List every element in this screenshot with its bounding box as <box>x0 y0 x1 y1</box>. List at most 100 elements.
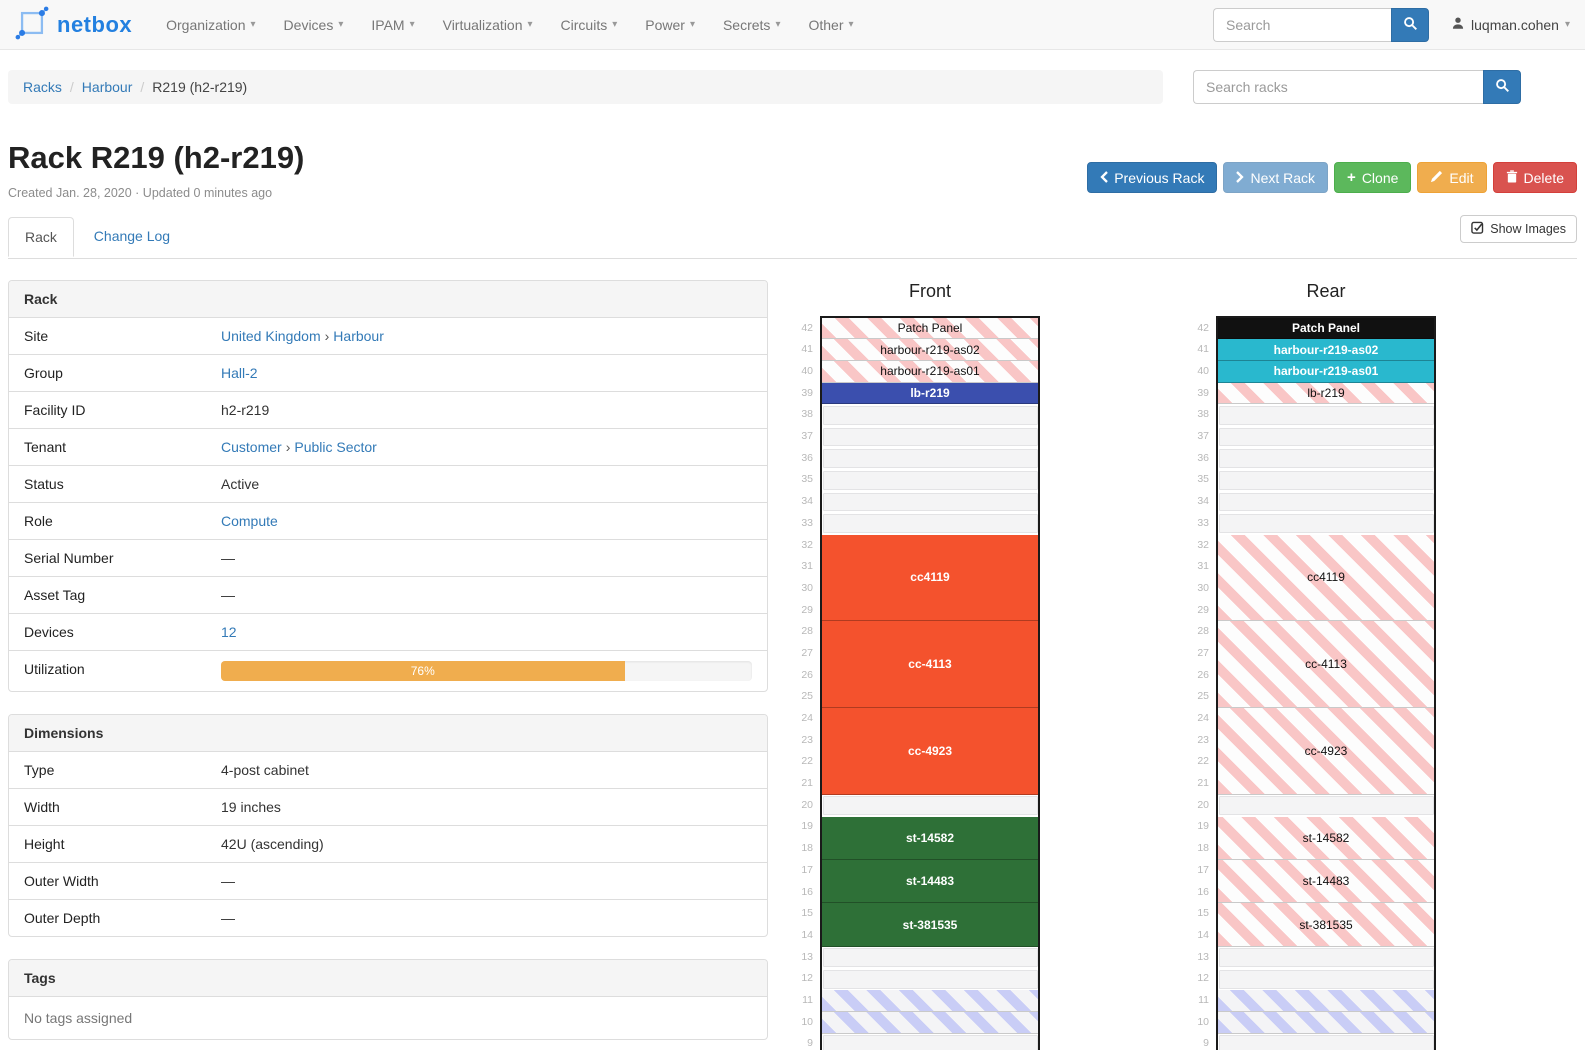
breadcrumb-item[interactable]: Harbour <box>82 79 133 95</box>
unit-number: 19 <box>794 816 813 838</box>
attr-link[interactable]: Customer <box>221 439 282 455</box>
rack-slot-ghost-device[interactable]: cc4119 <box>1218 535 1434 622</box>
attr-label: Group <box>9 355 206 391</box>
global-search-input[interactable] <box>1213 8 1391 42</box>
attr-value: — <box>206 577 767 613</box>
rack-slot-empty[interactable] <box>1218 404 1434 426</box>
tab-rack[interactable]: Rack <box>8 217 74 257</box>
rack-slot-empty[interactable] <box>1218 469 1434 491</box>
rack-slot-empty[interactable] <box>822 947 1038 969</box>
rack-slot-device[interactable]: harbour-r219-as02 <box>1218 339 1434 361</box>
nav-item-organization[interactable]: Organization▾ <box>152 0 269 50</box>
tab-change-log[interactable]: Change Log <box>78 217 186 255</box>
nav-item-devices[interactable]: Devices▾ <box>270 0 358 50</box>
rack-slot-reserved[interactable] <box>822 1012 1038 1034</box>
rack-slot-empty[interactable] <box>1218 795 1434 817</box>
rack-elevation-front: Front 4241403938373635343332313029282726… <box>794 280 1040 1050</box>
attr-value: 42U (ascending) <box>206 826 767 862</box>
breadcrumb-item[interactable]: Racks <box>23 79 62 95</box>
rack-slot-device[interactable]: cc-4113 <box>822 621 1038 708</box>
attr-link[interactable]: United Kingdom <box>221 328 321 344</box>
edit-button[interactable]: Edit <box>1417 162 1486 193</box>
top-navbar: netbox Organization▾Devices▾IPAM▾Virtual… <box>0 0 1585 50</box>
rack-slot-ghost-device[interactable]: harbour-r219-as01 <box>822 361 1038 383</box>
rack-slot-device[interactable]: st-14483 <box>822 860 1038 903</box>
nav-item-power[interactable]: Power▾ <box>631 0 709 50</box>
attr-row: Devices12 <box>9 613 767 650</box>
unit-number: 37 <box>1190 426 1209 448</box>
rack-slot-ghost-device[interactable]: st-14483 <box>1218 860 1434 903</box>
netbox-logo[interactable]: netbox <box>15 6 132 43</box>
front-elevation-title: Front <box>820 280 1040 316</box>
chevron-down-icon: ▾ <box>690 19 695 30</box>
rack-slot-ghost-device[interactable]: harbour-r219-as02 <box>822 339 1038 361</box>
rack-slot-label: st-381535 <box>903 918 958 932</box>
global-search-button[interactable] <box>1391 8 1429 42</box>
previous-rack-button[interactable]: Previous Rack <box>1087 162 1217 193</box>
rack-slot-device[interactable]: harbour-r219-as01 <box>1218 361 1434 383</box>
rack-slot-empty[interactable] <box>822 491 1038 513</box>
nav-item-secrets[interactable]: Secrets▾ <box>709 0 795 50</box>
rack-slot-empty[interactable] <box>822 968 1038 990</box>
attr-link[interactable]: Compute <box>221 513 278 529</box>
rack-search-button[interactable] <box>1483 70 1521 104</box>
rack-slot-device[interactable]: lb-r219 <box>822 383 1038 405</box>
unit-number: 30 <box>794 578 813 600</box>
rack-slot-empty[interactable] <box>822 448 1038 470</box>
clone-button[interactable]: + Clone <box>1334 162 1411 193</box>
rack-slot-device[interactable]: st-381535 <box>822 903 1038 946</box>
attr-value: 19 inches <box>206 789 767 825</box>
rack-slot-ghost-device[interactable]: cc-4923 <box>1218 708 1434 795</box>
nav-item-circuits[interactable]: Circuits▾ <box>547 0 632 50</box>
rack-slot-empty[interactable] <box>1218 426 1434 448</box>
nav-item-other[interactable]: Other▾ <box>794 0 867 50</box>
delete-button[interactable]: Delete <box>1493 162 1577 193</box>
rack-slot-empty[interactable] <box>822 426 1038 448</box>
rack-slot-device[interactable]: Patch Panel <box>1218 318 1434 340</box>
next-rack-button[interactable]: Next Rack <box>1223 162 1328 193</box>
main-menu: Organization▾Devices▾IPAM▾Virtualization… <box>152 0 867 50</box>
rack-slot-ghost-device[interactable]: st-14582 <box>1218 817 1434 860</box>
breadcrumb: Racks/Harbour/R219 (h2-r219) <box>8 70 1163 104</box>
rack-slot-empty[interactable] <box>1218 513 1434 535</box>
attr-value: Hall-2 <box>206 355 767 391</box>
rack-slot-label: st-14483 <box>1303 874 1350 888</box>
attr-link[interactable]: Hall-2 <box>221 365 258 381</box>
unit-number: 17 <box>1190 860 1209 882</box>
unit-number: 36 <box>1190 448 1209 470</box>
rear-elevation-title: Rear <box>1216 280 1436 316</box>
rack-slot-reserved[interactable] <box>1218 1012 1434 1034</box>
user-menu[interactable]: luqman.cohen ▾ <box>1451 16 1570 33</box>
rack-slot-empty[interactable] <box>1218 947 1434 969</box>
rack-slot-empty[interactable] <box>1218 448 1434 470</box>
attr-link[interactable]: Harbour <box>333 328 384 344</box>
nav-item-ipam[interactable]: IPAM▾ <box>357 0 428 50</box>
unit-number: 18 <box>1190 838 1209 860</box>
rack-slot-empty[interactable] <box>1218 1034 1434 1050</box>
attr-label: Utilization <box>9 651 206 691</box>
rack-slot-ghost-device[interactable]: st-381535 <box>1218 903 1434 946</box>
attr-link[interactable]: Public Sector <box>294 439 376 455</box>
attr-link[interactable]: 12 <box>221 624 237 640</box>
rack-slot-ghost-device[interactable]: cc-4113 <box>1218 621 1434 708</box>
rack-slot-ghost-device[interactable]: Patch Panel <box>822 318 1038 340</box>
rack-slot-device[interactable]: cc4119 <box>822 535 1038 622</box>
rack-slot-empty[interactable] <box>822 513 1038 535</box>
unit-number: 28 <box>794 621 813 643</box>
rack-slot-device[interactable]: cc-4923 <box>822 708 1038 795</box>
rack-slot-reserved[interactable] <box>822 990 1038 1012</box>
rack-slot-device[interactable]: st-14582 <box>822 817 1038 860</box>
rack-slot-empty[interactable] <box>822 404 1038 426</box>
rack-slot-empty[interactable] <box>1218 968 1434 990</box>
rack-slot-reserved[interactable] <box>1218 990 1434 1012</box>
rack-slot-ghost-device[interactable]: lb-r219 <box>1218 383 1434 405</box>
show-images-button[interactable]: Show Images <box>1460 215 1577 243</box>
nav-item-virtualization[interactable]: Virtualization▾ <box>429 0 547 50</box>
rack-slot-empty[interactable] <box>822 795 1038 817</box>
rack-slot-empty[interactable] <box>1218 491 1434 513</box>
unit-number: 32 <box>1190 535 1209 557</box>
unit-number: 33 <box>1190 513 1209 535</box>
rack-slot-empty[interactable] <box>822 469 1038 491</box>
rack-search-input[interactable] <box>1193 70 1483 104</box>
rack-slot-empty[interactable] <box>822 1034 1038 1050</box>
